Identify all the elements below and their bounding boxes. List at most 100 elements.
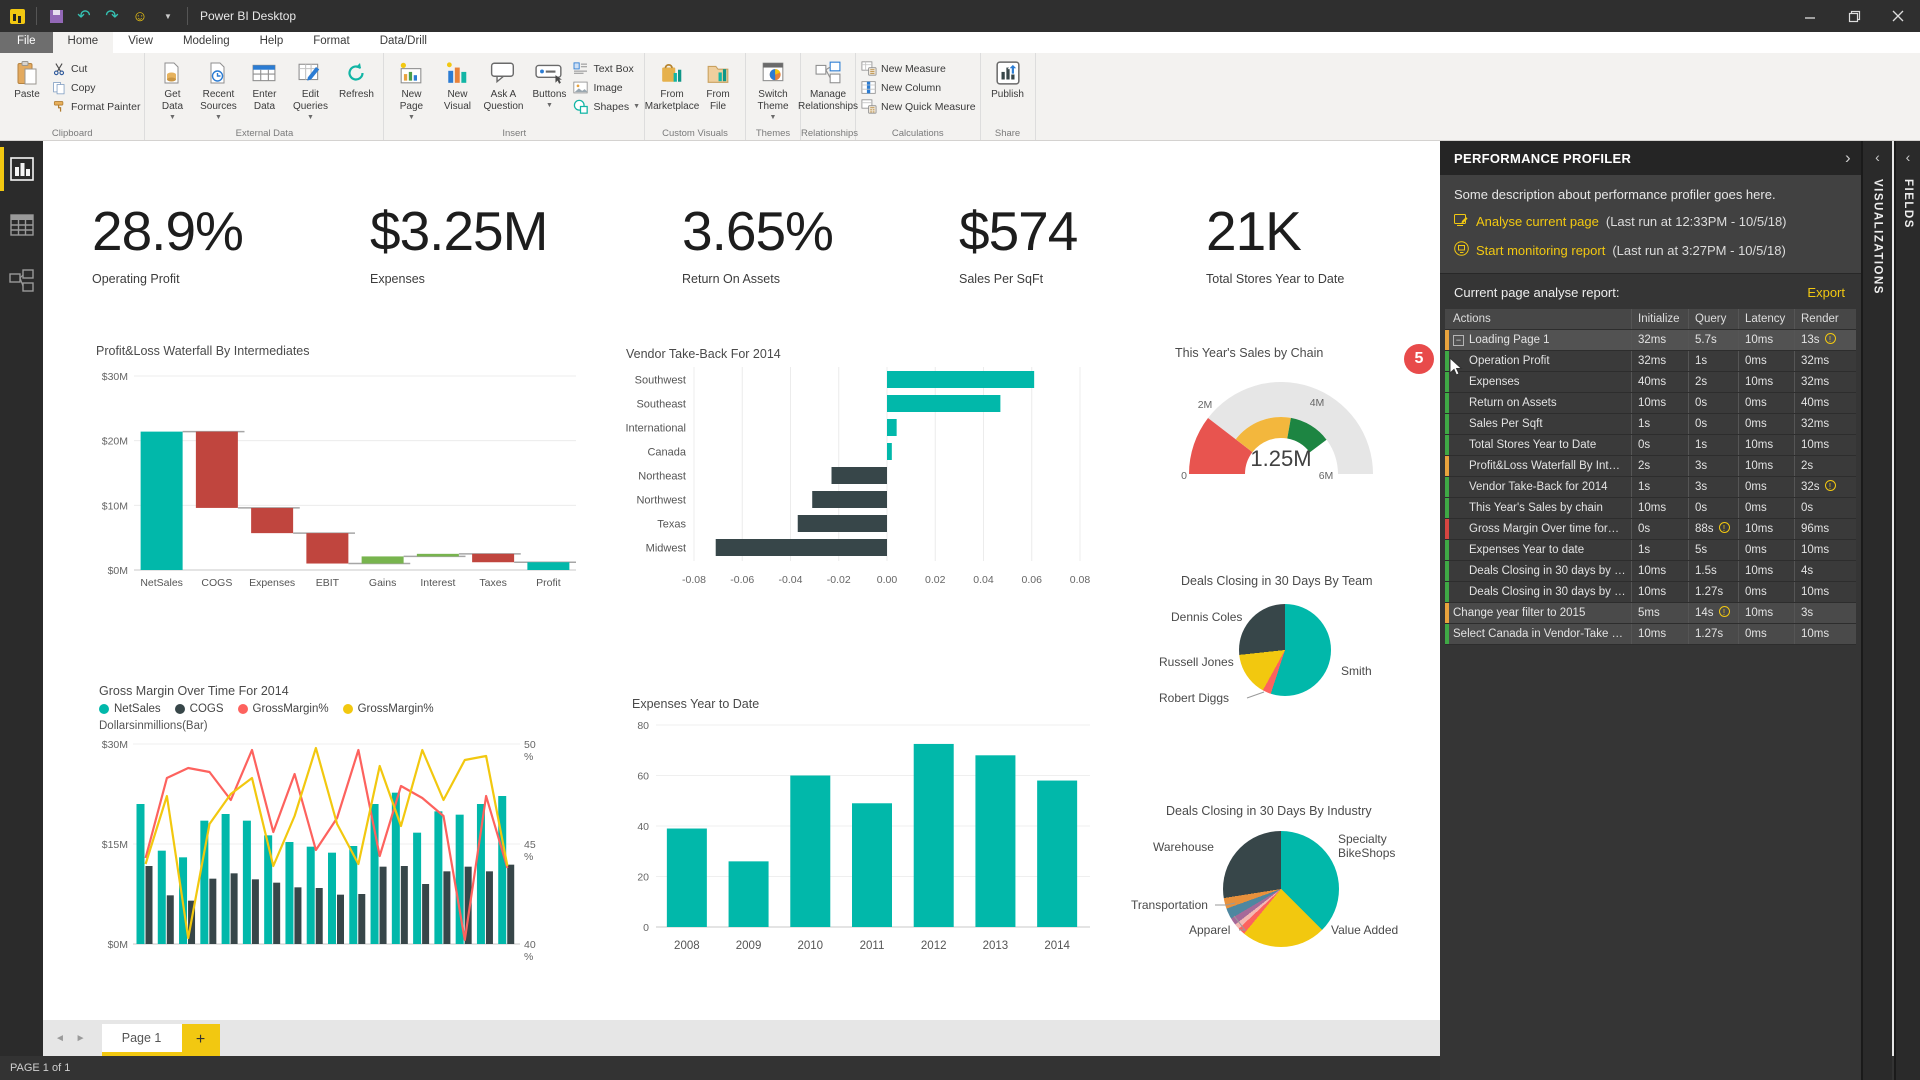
edit-queries-button[interactable]: Edit Queries▼ — [287, 56, 333, 121]
value-cell: 0s — [1688, 414, 1738, 434]
new-measure-button[interactable]: New Measure — [860, 60, 976, 77]
table-row[interactable]: Deals Closing in 30 days by …10ms1.27s0m… — [1445, 582, 1856, 603]
switch-theme-icon — [761, 60, 785, 86]
table-row[interactable]: Sales Per Sqft1s0s0ms32ms — [1445, 414, 1856, 435]
action-name: Total Stores Year to Date — [1445, 435, 1631, 455]
deals-by-industry-pie[interactable]: Deals Closing in 30 Days By Industry War… — [1131, 804, 1416, 976]
restore-button[interactable] — [1832, 0, 1876, 32]
new-column-button[interactable]: New Column — [860, 79, 976, 96]
page-tab[interactable]: Page 1 — [102, 1024, 182, 1056]
tab-datadrill[interactable]: Data/Drill — [365, 32, 442, 53]
sidebar-item-data-view[interactable] — [0, 197, 43, 253]
collapse-expander-icon[interactable]: − — [1453, 335, 1464, 346]
vendor-plot: -0.08-0.06-0.04-0.020.000.020.040.060.08… — [618, 361, 1093, 601]
switch-theme-button[interactable]: Switch Theme▼ — [750, 56, 796, 121]
enter-data-button[interactable]: Enter Data — [241, 56, 287, 113]
action-name: Change year filter to 2015 — [1445, 603, 1631, 623]
tab-view[interactable]: View — [113, 32, 168, 53]
sidebar-item-report-view[interactable] — [0, 141, 43, 197]
kpi-card[interactable]: 3.65%Return On Assets — [682, 201, 833, 286]
publish-button[interactable]: Publish — [985, 56, 1031, 101]
sales-gauge-chart[interactable]: This Year's Sales by Chain 02M4M6M1.25M — [1156, 346, 1396, 486]
visualizations-collapsed-panel[interactable]: ‹ VISUALIZATIONS — [1861, 141, 1892, 1080]
table-row[interactable]: Gross Margin Over time for…0s88s!10ms96m… — [1445, 519, 1856, 540]
table-row[interactable]: Return on Assets10ms0s0ms40ms — [1445, 393, 1856, 414]
fields-collapsed-panel[interactable]: ‹ FIELDS — [1894, 141, 1920, 1080]
action-label: Profit&Loss Waterfall By Int… — [1469, 456, 1620, 476]
table-row[interactable]: This Year's Sales by chain10ms0s0ms0s — [1445, 498, 1856, 519]
vendor-takeback-chart[interactable]: Vendor Take-Back For 2014 -0.08-0.06-0.0… — [618, 347, 1093, 605]
table-row[interactable]: Expenses Year to date1s5s0ms10ms — [1445, 540, 1856, 561]
gross-margin-chart[interactable]: Gross Margin Over Time For 2014 NetSales… — [95, 684, 550, 984]
manage-relationships-button[interactable]: Manage Relationships — [805, 56, 851, 113]
waterfall-chart[interactable]: Profit&Loss Waterfall By Intermediates $… — [92, 344, 582, 608]
table-row[interactable]: Profit&Loss Waterfall By Int…2s3s10ms2s — [1445, 456, 1856, 477]
svg-text:%: % — [524, 851, 533, 863]
tab-format[interactable]: Format — [298, 32, 364, 53]
kpi-card[interactable]: 21KTotal Stores Year to Date — [1206, 201, 1344, 286]
format-painter-button[interactable]: Format Painter — [50, 98, 140, 115]
deals-by-team-pie[interactable]: Deals Closing in 30 Days By Team Dennis … — [1143, 574, 1413, 732]
tab-help[interactable]: Help — [245, 32, 299, 53]
shapes-button[interactable]: Shapes▼ — [572, 98, 640, 115]
add-page-button[interactable]: + — [182, 1024, 220, 1056]
paste-button[interactable]: Paste — [4, 56, 50, 101]
new-page-icon — [399, 60, 423, 86]
tab-home[interactable]: Home — [53, 32, 114, 53]
from-marketplace-button[interactable]: From Marketplace — [649, 56, 695, 113]
table-row[interactable]: Change year filter to 20155ms14s!10ms3s — [1445, 603, 1856, 624]
export-link[interactable]: Export — [1807, 285, 1845, 300]
smiley-icon[interactable]: ☺ — [131, 7, 149, 25]
expand-chevron-icon[interactable]: ‹ — [1875, 149, 1880, 165]
expand-chevron-icon[interactable]: ‹ — [1906, 149, 1911, 165]
new-quick-measure-button[interactable]: New Quick Measure — [860, 98, 976, 115]
table-row[interactable]: Deals Closing in 30 days by …10ms1.5s10m… — [1445, 561, 1856, 582]
new-page-button[interactable]: New Page▼ — [388, 56, 434, 121]
new-visual-button[interactable]: New Visual — [434, 56, 480, 113]
text-box-button[interactable]: Text Box — [572, 60, 640, 77]
svg-text:2013: 2013 — [983, 940, 1009, 952]
redo-icon[interactable]: ↷ — [103, 7, 121, 25]
dropdown-caret-icon[interactable]: ▼ — [159, 7, 177, 25]
sidebar-item-relationships-view[interactable] — [0, 253, 43, 309]
dropdown-caret-icon: ▼ — [546, 102, 553, 109]
collapse-chevron-icon[interactable]: › — [1845, 148, 1851, 168]
table-row[interactable]: Operation Profit32ms1s0ms32ms — [1445, 351, 1856, 372]
table-row[interactable]: Total Stores Year to Date0s1s10ms10ms — [1445, 435, 1856, 456]
copy-button[interactable]: Copy — [50, 79, 140, 96]
close-button[interactable] — [1876, 0, 1920, 32]
svg-text:Northeast: Northeast — [638, 471, 686, 483]
save-icon[interactable] — [47, 7, 65, 25]
window-title: Power BI Desktop — [200, 9, 296, 23]
enter-data-icon — [252, 60, 276, 86]
tab-file[interactable]: File — [0, 32, 53, 53]
table-row[interactable]: Vendor Take-Back for 20141s3s0ms32s! — [1445, 477, 1856, 498]
kpi-card[interactable]: $574Sales Per SqFt — [959, 201, 1077, 286]
table-row[interactable]: −Loading Page 132ms5.7s10ms13s! — [1445, 330, 1856, 351]
svg-text:$10M: $10M — [102, 500, 128, 512]
from-file-button[interactable]: From File — [695, 56, 741, 113]
tab-modeling[interactable]: Modeling — [168, 32, 245, 53]
cut-button[interactable]: Cut — [50, 60, 140, 77]
action-label: Expenses — [1469, 372, 1520, 392]
get-data-button[interactable]: Get Data▼ — [149, 56, 195, 121]
from-marketplace-icon — [660, 60, 684, 86]
button-stack: Cut Copy Format Painter — [50, 56, 140, 115]
analyse-current-page-link[interactable]: Analyse current page — [1476, 214, 1599, 229]
page-nav-arrows[interactable]: ◄ ► — [55, 1033, 90, 1044]
value-cell: 1s — [1688, 435, 1738, 455]
image-button[interactable]: Image — [572, 79, 640, 96]
refresh-button[interactable]: Refresh — [333, 56, 379, 101]
kpi-card[interactable]: $3.25MExpenses — [370, 201, 547, 286]
table-row[interactable]: Select Canada in Vendor-Take …10ms1.27s0… — [1445, 624, 1856, 645]
minimize-button[interactable] — [1788, 0, 1832, 32]
table-row[interactable]: Expenses40ms2s10ms32ms — [1445, 372, 1856, 393]
kpi-card[interactable]: 28.9%Operating Profit — [92, 201, 243, 286]
ask-a-question-button[interactable]: Ask A Question — [480, 56, 526, 113]
buttons-button[interactable]: Buttons▼ — [526, 56, 572, 109]
recent-sources-button[interactable]: Recent Sources▼ — [195, 56, 241, 121]
expenses-ytd-chart[interactable]: Expenses Year to Date 020406080200820092… — [626, 697, 1098, 973]
start-monitoring-link[interactable]: Start monitoring report — [1476, 243, 1605, 258]
undo-icon[interactable]: ↶ — [75, 7, 93, 25]
value-cell: 0s — [1794, 498, 1856, 518]
